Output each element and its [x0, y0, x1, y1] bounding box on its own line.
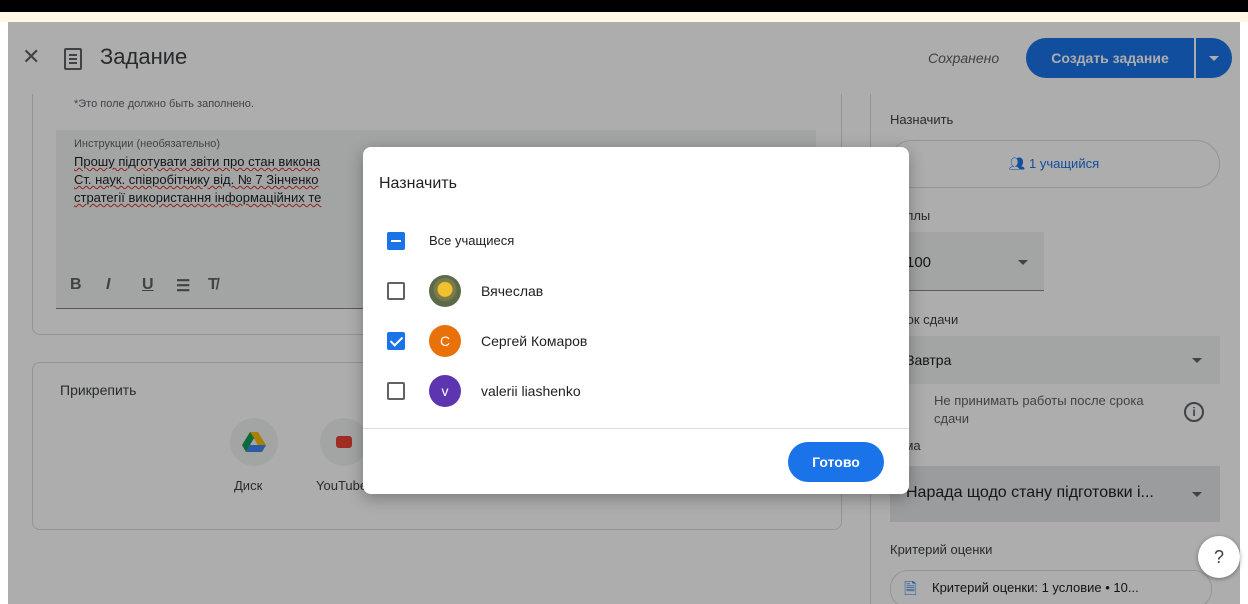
student-checkbox[interactable] [387, 282, 405, 300]
done-button[interactable]: Готово [788, 442, 884, 482]
avatar: v [429, 375, 461, 407]
assign-dialog: Назначить Все учащиеся Вячеслав С Сергей… [363, 147, 909, 494]
top-strip [0, 12, 1248, 22]
student-name: valerii liashenko [481, 383, 581, 399]
student-checkbox[interactable] [387, 332, 405, 350]
student-name: Все учащиеся [429, 233, 515, 248]
avatar [429, 275, 461, 307]
avatar: С [429, 325, 461, 357]
student-row-all[interactable]: Все учащиеся [363, 217, 909, 265]
student-checkbox[interactable] [387, 382, 405, 400]
student-row[interactable]: Вячеслав [363, 267, 909, 315]
student-row[interactable]: С Сергей Комаров [363, 317, 909, 365]
help-icon: ? [1213, 547, 1224, 567]
student-row[interactable]: v valerii liashenko [363, 367, 909, 415]
dialog-title: Назначить [379, 175, 457, 192]
help-button[interactable]: ? [1198, 536, 1240, 578]
all-students-checkbox[interactable] [387, 232, 405, 250]
dialog-divider [363, 428, 909, 429]
student-name: Вячеслав [481, 283, 544, 299]
student-name: Сергей Комаров [481, 333, 588, 349]
top-border [0, 0, 1248, 12]
